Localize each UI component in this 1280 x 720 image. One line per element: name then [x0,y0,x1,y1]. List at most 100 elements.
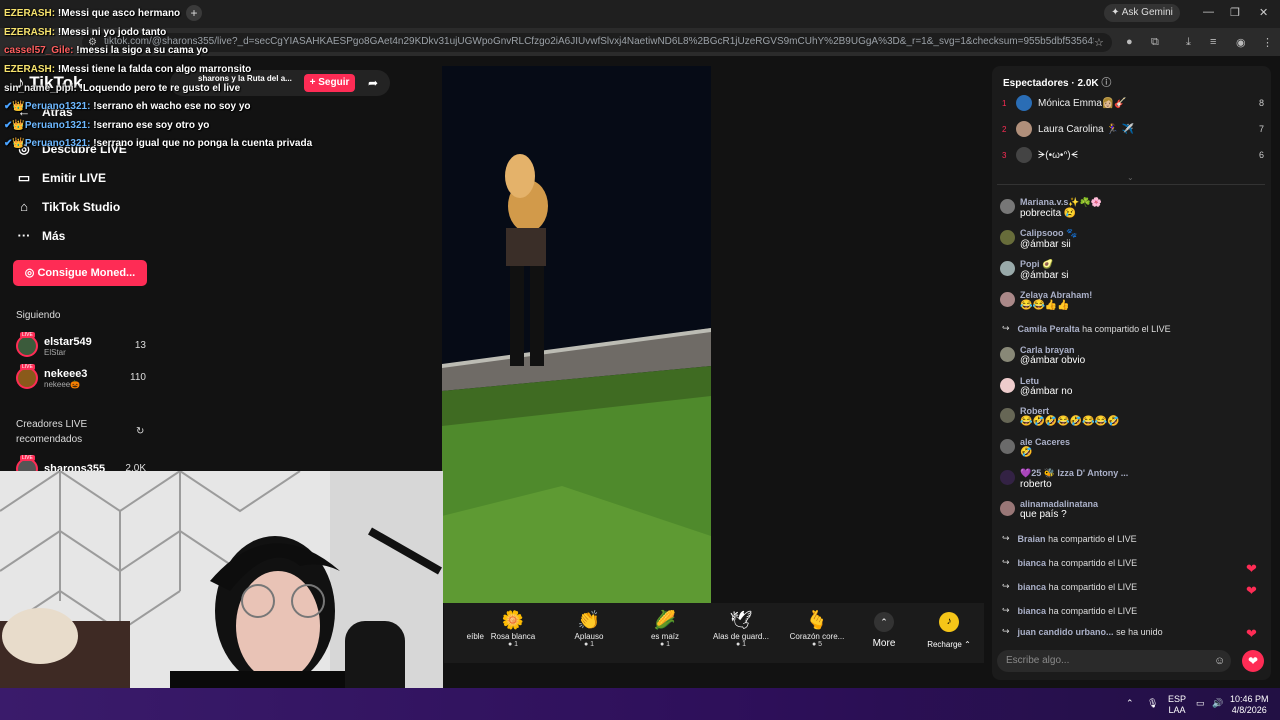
chat-message[interactable]: 💜25 🐝 Izza D' Antony ... roberto [1000,468,1250,490]
heart-icon: ❤ [1246,583,1257,598]
chat-message[interactable]: alinamadalinatana que país ? [1000,499,1250,520]
overlay-text: !Messi ni yo jodo tanto [57,27,167,38]
top-viewer-row[interactable]: 1 Mónica Emma👩🏼🎸 8 [1002,95,1264,111]
gift-price: ● 5 [811,641,823,648]
message-text: pobrecita 😢 [1020,208,1077,219]
chat-input[interactable]: Escribe algo... [997,650,1231,672]
overlay-text: !serrano ese soy otro yo [93,120,210,131]
share-user[interactable]: bianca [1018,582,1047,592]
chat-message[interactable]: Carla brayan @ámbar obvio [1000,345,1250,366]
gift-item[interactable]: 🫰 Corazón core... ● 5 [785,608,849,648]
viewer-name: Mónica Emma👩🏼🎸 [1038,97,1127,109]
minimize-icon[interactable]: — [1203,6,1214,18]
info-icon[interactable]: ⓘ [1101,78,1111,89]
recharge-button[interactable]: ♪ Recharge ⌃ [926,612,972,649]
chat-message[interactable]: Popi 🥑 @ámbar si [1000,259,1250,281]
share-event: ↪ Camila Peralta ha compartido el LIVE [1002,323,1232,334]
get-coins-button[interactable]: ◎ Consigue Moned... [13,260,147,286]
following-item-elstar549[interactable]: LIVE elstar549 ElStar 13 [16,332,146,360]
close-icon[interactable]: ✕ [1259,6,1268,19]
share-text: ha compartido el LIVE [1082,323,1171,334]
chat-message[interactable]: Letu @ámbar no [1000,376,1250,397]
chat-message[interactable]: Zelaya Abraham! 😂😂👍👍 [1000,290,1250,311]
get-coins-label: Consigue Moned... [37,267,136,279]
ask-gemini-button[interactable]: ✦ Ask Gemini [1104,4,1180,22]
share-text: ha compartido el LIVE [1048,605,1138,616]
share-user[interactable]: bianca [1018,606,1047,616]
overlay-chat-line: sin_name_pipi: !Loquendo pero te re gust… [4,83,240,94]
chat-message[interactable]: Calipsooo 🐾 @ámbar sii [1000,228,1250,250]
gift-name: Rosa blanca [490,632,536,641]
live-badge: LIVE [20,455,35,461]
gift-item[interactable]: 🌽 es maíz ● 1 [633,608,697,648]
url-text[interactable]: tiktok.com/@sharons355/live?_d=secCgYIAS… [104,36,1094,47]
avatar [1000,439,1015,454]
gift-item[interactable]: 🌼 Rosa blanca ● 1 [481,608,545,648]
gift-item[interactable]: 👏 Aplauso ● 1 [557,608,621,648]
nav-emitir-live[interactable]: ▭ Emitir LIVE [16,170,106,186]
top-viewer-row[interactable]: 3 ᗒ(•ω•ᐢ)ᗕ 6 [1002,147,1264,163]
join-user[interactable]: juan candido urbano... [1018,627,1114,637]
message-user: alinamadalinatana [1020,499,1099,509]
nav-mas[interactable]: ··· Más [16,228,66,243]
network-icon[interactable]: ▭ [1196,698,1205,709]
gift-price-value: 1 [742,641,747,648]
more-gifts-button[interactable]: ⌃ More [872,612,896,649]
overlay-user: EZERASH: [4,64,56,75]
chat-message[interactable]: Mariana.v.s✨☘️🌸 pobrecita 😢 [1000,197,1250,219]
following-item-nekeee3[interactable]: LIVE nekeee3 nekeee🎃 110 [16,364,146,392]
chat-message[interactable]: ale Caceres 🤣 [1000,437,1250,458]
heart-icon: ❤ [1246,626,1257,641]
gift-item[interactable]: 🕊 Alas de guard... ● 1 [709,608,773,648]
like-button[interactable]: ❤ [1242,650,1264,672]
share-icon[interactable]: ➦ [368,76,378,90]
overlay-chat-line: ✔👑Peruano1321: !serrano igual que no pon… [4,138,312,149]
avatar [1000,501,1015,516]
viewers-title-text: Espectadores · 2.0K [1003,78,1099,89]
new-tab-button[interactable]: + [186,5,202,21]
tray-chevron-icon[interactable]: ⌃ [1126,698,1134,709]
following-name: elstar549 [44,335,92,348]
lang-layout: LAA [1168,705,1186,715]
video-frame [442,66,711,603]
message-user: Mariana.v.s✨☘️🌸 [1020,197,1102,207]
clock[interactable]: 10:46 PM 4/8/2026 [1230,694,1269,716]
message-text: @ámbar no [1020,386,1073,397]
share-user[interactable]: bianca [1018,558,1047,568]
viewer-score: 7 [1258,124,1264,134]
mic-icon[interactable]: 🎙 [1147,698,1158,709]
account-avatar-icon[interactable]: ◉ [1236,36,1246,49]
gift-name: Alas de guard... [712,632,770,641]
share-user[interactable]: Braian [1018,534,1046,544]
expand-chevron-icon[interactable]: ⌄ [1127,173,1134,182]
heart-icon: ❤ [1246,561,1257,576]
menu-kebab-icon[interactable]: ⋮ [1262,36,1273,49]
live-video[interactable] [442,66,711,603]
language-indicator[interactable]: ESP LAA [1168,694,1186,716]
chevron-up-icon: ⌃ [874,612,894,632]
top-viewer-row[interactable]: 2 Laura Carolina 🏃‍♀️ ✈️ 7 [1002,121,1264,137]
following-sub: ElStar [44,347,66,357]
download-icon[interactable]: ⤓ [1186,36,1191,49]
stream-title[interactable]: sharons y la Ruta del a... [198,74,298,83]
avatar [1000,470,1015,485]
share-event: ↪ Braian ha compartido el LIVE [1002,533,1232,544]
emoji-icon[interactable]: ☺ [1214,655,1225,667]
share-user[interactable]: Camila Peralta [1018,324,1080,334]
coin-icon: ◎ [24,267,38,279]
chat-message[interactable]: Robert 😂🤣🤣😂🤣😂😂🤣 [1000,406,1250,427]
overlay-user: Peruano1321: [24,101,91,112]
nav-tiktok-studio[interactable]: ⌂ TikTok Studio [16,199,120,214]
reading-list-icon[interactable]: ≡ [1210,36,1216,48]
bookmark-star-icon[interactable]: ☆ [1094,36,1104,49]
refresh-icon[interactable]: ↻ [136,426,144,437]
maximize-icon[interactable]: ❐ [1230,6,1240,19]
viewer-rank: 1 [1002,98,1007,108]
extensions-icon[interactable]: ⧉ [1151,36,1159,49]
avatar [1016,95,1032,111]
profile-icon[interactable]: ● [1126,36,1133,48]
share-event: ↪ bianca ha compartido el LIVE [1002,581,1232,592]
gift-price: ● 1 [659,641,671,648]
follow-button[interactable]: + Seguir [304,74,355,92]
volume-icon[interactable]: 🔊 [1212,698,1223,709]
